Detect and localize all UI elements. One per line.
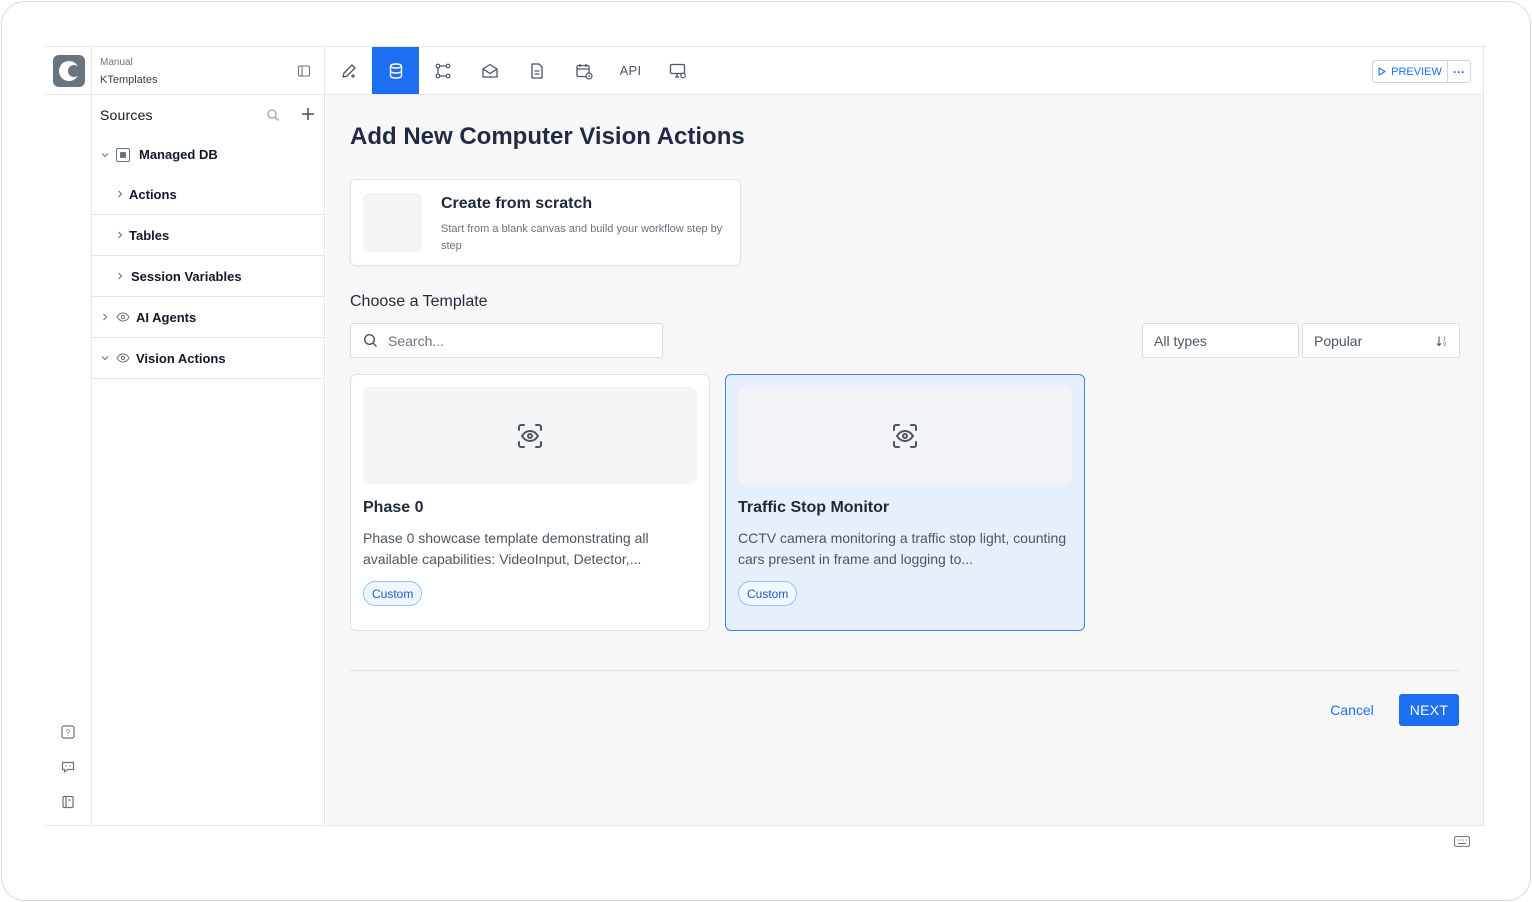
workflow-icon[interactable]: [419, 47, 466, 94]
sidebar-collapse-icon[interactable]: [297, 64, 311, 78]
tree-label: Session Variables: [131, 268, 242, 284]
chevron-right-icon: [100, 312, 110, 322]
template-thumbnail: [738, 387, 1072, 484]
database-icon[interactable]: [372, 47, 419, 94]
template-description: Phase 0 showcase template demonstrating …: [363, 530, 649, 567]
document-icon[interactable]: [513, 47, 560, 94]
search-icon: [363, 333, 377, 347]
scratch-description: Start from a blank canvas and build your…: [441, 223, 723, 252]
rail-divider: [45, 94, 92, 95]
project-name: KTemplates: [100, 74, 158, 86]
sort-value: Popular: [1314, 332, 1363, 349]
scratch-title: Create from scratch: [441, 195, 593, 212]
sort-select[interactable]: Popular 19: [1302, 323, 1460, 358]
tree-label: Managed DB: [139, 147, 218, 162]
svg-text:?: ?: [66, 729, 71, 738]
scan-eye-icon: [893, 423, 917, 448]
tree-label: Actions: [129, 186, 177, 202]
template-badge: Custom: [363, 581, 423, 606]
api-tab[interactable]: API: [607, 47, 654, 94]
tree-label: Tables: [129, 227, 170, 243]
app-logo[interactable]: [53, 55, 85, 87]
project-kind: Manual: [100, 57, 133, 68]
preview-button[interactable]: PREVIEW: [1372, 60, 1448, 83]
type-filter-select[interactable]: All types: [1142, 323, 1299, 358]
tree-item-managed-db[interactable]: Managed DB: [92, 134, 325, 175]
eye-icon: [116, 312, 130, 322]
scratch-thumbnail: [363, 193, 422, 252]
keyboard-icon[interactable]: [1454, 836, 1470, 847]
edit-pencil-icon[interactable]: [325, 47, 372, 94]
search-input[interactable]: [388, 332, 648, 349]
eye-icon: [116, 353, 130, 363]
left-rail: ?: [45, 47, 92, 825]
template-thumbnail: [363, 387, 697, 484]
svg-text:9: 9: [1443, 342, 1446, 347]
template-search[interactable]: [350, 323, 663, 358]
chevron-down-icon: [100, 353, 110, 363]
tree-label: Vision Actions: [136, 350, 226, 366]
page-title: Add New Computer Vision Actions: [350, 123, 745, 150]
docs-book-icon[interactable]: [60, 794, 76, 810]
main-content: Add New Computer Vision Actions Create f…: [326, 95, 1483, 825]
chevron-right-icon: [115, 271, 125, 281]
project-header: Manual KTemplates: [92, 47, 325, 95]
top-toolbar: API PREVIEW ···: [325, 47, 1483, 95]
search-icon[interactable]: [266, 108, 280, 122]
tree-item-vision-actions[interactable]: Vision Actions: [92, 338, 325, 379]
chat-icon[interactable]: [60, 759, 76, 775]
add-source-icon[interactable]: [300, 106, 316, 122]
template-description: CCTV camera monitoring a traffic stop li…: [738, 530, 1067, 567]
create-from-scratch-card[interactable]: Create from scratch Start from a blank c…: [350, 179, 741, 266]
more-options-button[interactable]: ···: [1447, 60, 1471, 83]
next-button[interactable]: NEXT: [1399, 694, 1459, 726]
chevron-right-icon: [115, 189, 125, 199]
calendar-icon[interactable]: [560, 47, 607, 94]
app-border: [1483, 46, 1484, 826]
template-card-traffic-stop-monitor[interactable]: Traffic Stop Monitor CCTV camera monitor…: [725, 374, 1085, 631]
play-icon: [1378, 67, 1386, 76]
sort-order-icon: 19: [1436, 336, 1446, 347]
sources-sidebar: Manual KTemplates Sources Managed DB Act…: [92, 47, 325, 825]
tree-label: AI Agents: [136, 309, 197, 325]
footer-divider: [350, 670, 1460, 671]
mail-icon[interactable]: [466, 47, 513, 94]
chevron-down-icon: [100, 150, 110, 160]
sources-title: Sources: [100, 107, 153, 123]
tree-item-actions[interactable]: Actions: [92, 174, 325, 215]
choose-template-heading: Choose a Template: [350, 293, 488, 310]
app-window: ? Manual KTemplates Sources Managed DB A…: [45, 46, 1485, 826]
database-icon: [116, 147, 130, 162]
chevron-right-icon: [115, 230, 125, 240]
template-title: Phase 0: [363, 499, 424, 516]
cancel-button[interactable]: Cancel: [1319, 694, 1385, 726]
monitor-settings-icon[interactable]: [654, 47, 701, 94]
help-icon[interactable]: ?: [60, 724, 76, 740]
template-badge: Custom: [738, 581, 798, 606]
tree-item-tables[interactable]: Tables: [92, 215, 325, 256]
type-filter-value: All types: [1154, 332, 1207, 349]
api-label: API: [619, 63, 642, 78]
tree-item-ai-agents[interactable]: AI Agents: [92, 297, 325, 338]
preview-label: PREVIEW: [1391, 65, 1442, 78]
tree-item-session-variables[interactable]: Session Variables: [92, 256, 325, 297]
template-card-phase-0[interactable]: Phase 0 Phase 0 showcase template demons…: [350, 374, 710, 631]
scan-eye-icon: [518, 423, 542, 448]
template-title: Traffic Stop Monitor: [738, 499, 890, 516]
